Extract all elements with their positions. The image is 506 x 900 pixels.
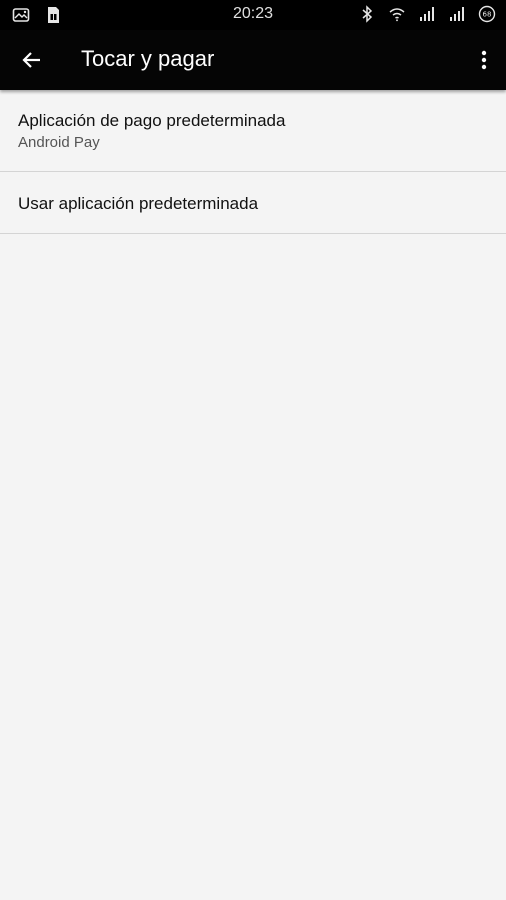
screen: 20:23 68 Tocar y pagar Aplicación de pag… (0, 0, 506, 900)
setting-title: Usar aplicación predeterminada (18, 194, 259, 213)
setting-default-payment-app[interactable]: Aplicación de pago predeterminada Androi… (0, 90, 506, 172)
status-bar: 20:23 68 (0, 0, 506, 30)
setting-use-default-app[interactable]: Usar aplicación predeterminada (0, 172, 506, 234)
more-vert-icon (481, 50, 487, 70)
signal-icon (420, 7, 434, 21)
battery-level: 68 (483, 11, 492, 19)
overflow-menu-button[interactable] (472, 42, 496, 78)
page-title: Tocar y pagar (81, 46, 215, 71)
back-button[interactable] (14, 42, 50, 78)
signal-icon (450, 7, 464, 21)
app-bar: Tocar y pagar (0, 30, 506, 90)
arrow-back-icon (22, 52, 40, 68)
status-right-icons: 68 (358, 5, 496, 23)
setting-title: Aplicación de pago predeterminada (18, 111, 286, 130)
bluetooth-icon (362, 5, 373, 23)
settings-list: Aplicación de pago predeterminada Androi… (0, 90, 506, 234)
setting-summary: Android Pay (18, 134, 100, 151)
battery-icon: 68 (478, 5, 496, 23)
wifi-icon (389, 8, 405, 22)
